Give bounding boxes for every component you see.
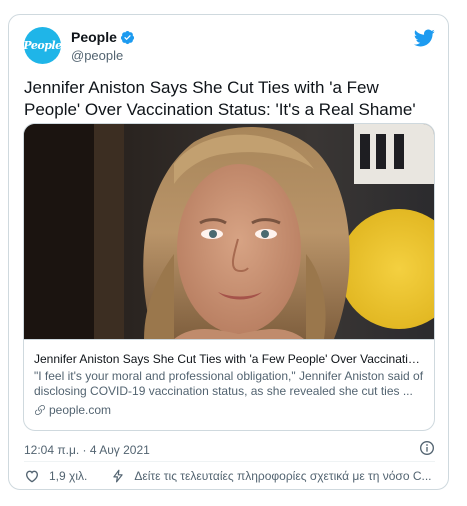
link-preview-body[interactable]: Jennifer Aniston Says She Cut Ties with … xyxy=(24,339,434,430)
link-preview-card[interactable]: Jennifer Aniston Says She Cut Ties with … xyxy=(23,123,435,431)
avatar-logo-text: People xyxy=(23,39,62,52)
covid-info-link[interactable]: Δείτε τις τελευταίες πληροφορίες σχετικά… xyxy=(134,469,431,483)
name-row: People xyxy=(71,29,135,45)
timestamp-row: 12:04 π.μ. · 4 Αυγ 2021 xyxy=(24,441,435,457)
tweet-embed-card[interactable]: People People @people Jennifer Aniston S… xyxy=(8,14,449,490)
link-domain[interactable]: people.com xyxy=(49,403,111,417)
divider xyxy=(24,461,435,462)
heart-icon[interactable] xyxy=(24,468,40,484)
link-description: "I feel it's your moral and professional… xyxy=(34,369,424,398)
actions-row: 1,9 χιλ. Δείτε τις τελευταίες πληροφορίε… xyxy=(24,467,435,485)
lightning-icon[interactable] xyxy=(111,468,125,484)
info-icon[interactable] xyxy=(419,440,435,456)
verified-badge-icon xyxy=(120,30,134,44)
timestamp[interactable]: 12:04 π.μ. · 4 Αυγ 2021 xyxy=(24,443,150,457)
tweet-text: Jennifer Aniston Says She Cut Ties with … xyxy=(24,78,416,119)
twitter-bird-icon[interactable] xyxy=(413,27,435,49)
article-photo[interactable] xyxy=(24,124,434,339)
handle[interactable]: @people xyxy=(71,48,123,63)
link-title[interactable]: Jennifer Aniston Says She Cut Ties with … xyxy=(34,352,426,367)
article-photo-image xyxy=(24,124,434,339)
avatar[interactable]: People xyxy=(23,27,62,64)
link-domain-row[interactable]: people.com xyxy=(34,403,426,417)
link-icon xyxy=(35,405,45,416)
like-count[interactable]: 1,9 χιλ. xyxy=(49,469,87,483)
tweet-header: People People @people xyxy=(23,27,435,67)
display-name[interactable]: People xyxy=(71,29,117,45)
